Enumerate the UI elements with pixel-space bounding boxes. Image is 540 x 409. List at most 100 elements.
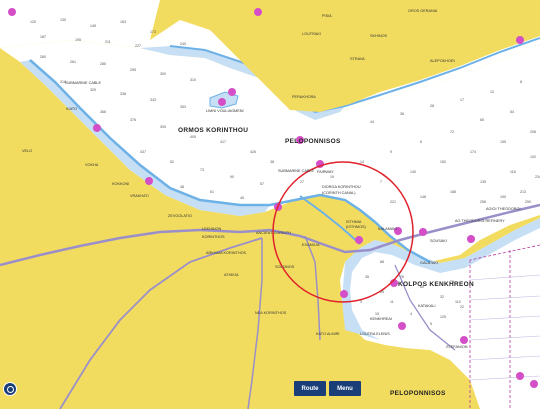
label-athikia: ATHIKIA (224, 273, 239, 277)
depth-sounding: 6 (420, 140, 422, 144)
depth-sounding: 285 (100, 62, 106, 66)
depth-sounding: 25 (380, 290, 384, 294)
route-button[interactable]: Route (294, 381, 326, 396)
depth-sounding: 393 (160, 125, 166, 129)
marina-marker-icon (218, 98, 226, 106)
compass-icon[interactable] (3, 382, 17, 396)
depth-sounding: 12 (490, 90, 494, 94)
label-isthmia-sub: (ISTHMOS) (346, 225, 366, 229)
depth-sounding: 17 (460, 98, 464, 102)
depth-sounding: 120 (30, 20, 36, 24)
label-korinthos: KORINTHOS (202, 235, 225, 239)
depth-sounding: 102 (530, 155, 536, 159)
menu-button[interactable]: Menu (329, 381, 361, 396)
label-pisia: PISIA (322, 14, 332, 18)
marina-marker-icon (516, 36, 524, 44)
depth-sounding: 60 (420, 285, 424, 289)
label-loutra-elenis: LOUTRA ELENIS (360, 332, 390, 336)
marina-marker-icon (145, 177, 153, 185)
depth-sounding: 61 (210, 190, 214, 194)
label-kokkoni: KOKKONI (112, 182, 130, 186)
label-skhinos: SKHINOS (370, 34, 388, 38)
depth-sounding: 300 (160, 72, 166, 76)
label-submarine-cable-2: SUBMARINE CABLE (65, 81, 102, 85)
depth-sounding: 213 (520, 190, 526, 194)
road-canal (304, 235, 321, 341)
label-examilia: EXAMILIA (302, 243, 320, 247)
depth-sounding: 376 (130, 118, 136, 122)
depth-sounding: 73 (200, 168, 204, 172)
label-zevgolatio: ZEVGOLATIO (168, 214, 192, 218)
depth-sounding: 125 (440, 315, 446, 319)
label-ormos-korinthou: ORMOS KORINTHOU (178, 127, 249, 134)
depth-sounding: 417 (220, 140, 226, 144)
depth-sounding: 7 (380, 180, 382, 184)
depth-sounding: 70 (450, 280, 454, 284)
label-lekhaion: LEKHAION (202, 227, 222, 231)
label-diorga-korinthou: DIORGA KORINTHOU (322, 185, 361, 189)
depth-sounding: 405 (190, 135, 196, 139)
depth-sounding: 368 (100, 110, 106, 114)
depth-sounding: 130 (60, 18, 66, 22)
depth-sounding: 135 (480, 180, 486, 184)
depth-sounding: 3 (360, 300, 362, 304)
depth-sounding: 227 (135, 44, 141, 48)
depth-sounding: 240 (180, 42, 186, 46)
label-vouliagmeni: LIMNI VOULIAGMENI (206, 109, 244, 113)
label-sousaki: SOUSAKI (430, 239, 447, 243)
depth-sounding: 295 (130, 68, 136, 72)
label-ancient-korinthos: ARKHAIA KORINTHOS (206, 251, 247, 255)
label-kalamaki: KALAMAKI (378, 227, 397, 231)
label-stefanion: STEFANION (446, 345, 468, 349)
depth-sounding: 310 (190, 78, 196, 82)
depth-sounding: 52 (170, 160, 174, 164)
nautical-chart[interactable]: ORMOS KORINTHOU PELOPONNISOS KOLPOS KENK… (0, 0, 540, 409)
depth-sounding: 234 (535, 175, 540, 179)
label-refinery: AG THEODOROI REFINERY (455, 219, 505, 223)
label-corinth-canal: (CORINTH CANAL) (322, 191, 356, 195)
label-submarine-cable: SUBMARINE CABLE (278, 169, 315, 173)
depth-sounding: 338 (120, 92, 126, 96)
depth-sounding: 32 (440, 295, 444, 299)
depth-sounding: 38 (270, 160, 274, 164)
depth-sounding: 353 (180, 105, 186, 109)
depth-sounding: 54 (510, 110, 514, 114)
label-perakhora: PERAKHORA (292, 95, 316, 99)
road-west (59, 237, 263, 409)
depth-sounding: 426 (250, 150, 256, 154)
depth-sounding: 145 (90, 24, 96, 28)
depth-sounding: 45 (240, 196, 244, 200)
label-ancient-corinth: ANCIENT CORINTH (256, 231, 291, 235)
depth-sounding: 76 (400, 275, 404, 279)
depth-sounding: 14 (360, 160, 364, 164)
depth-sounding: 110 (455, 300, 461, 304)
depth-sounding: 140 (410, 170, 416, 174)
depth-sounding: 261 (70, 60, 76, 64)
marina-marker-icon (398, 322, 406, 330)
depth-sounding: 250 (525, 200, 531, 204)
depth-sounding: 258 (480, 200, 486, 204)
label-loutraki: LOUTRAKI (302, 32, 321, 36)
depth-sounding: 168 (450, 190, 456, 194)
depth-sounding: 221 (390, 200, 396, 204)
label-vokha: VOKHA (85, 163, 99, 167)
label-peloponnisos-bottom: PELOPONNISOS (390, 390, 446, 397)
label-kiato: KIATO (66, 107, 78, 111)
depth-sounding: 65 (480, 118, 484, 122)
depth-sounding: 28 (430, 104, 434, 108)
depth-sounding: 174 (470, 150, 476, 154)
label-kato-almiri: KATO ALMIRI (316, 332, 340, 336)
label-alepokhori: ALEPOKHORI (430, 59, 455, 63)
depth-sounding: 44 (370, 120, 374, 124)
marina-marker-icon (93, 124, 101, 132)
depth-sounding: 90 (230, 175, 234, 179)
depth-sounding: 343 (150, 98, 156, 102)
depth-sounding: 211 (105, 40, 111, 44)
depth-sounding: 72 (450, 130, 454, 134)
marina-marker-icon (8, 8, 16, 16)
label-agioi-theodoroi: AGIOI THEODOROI (486, 207, 521, 211)
marina-marker-icon (355, 236, 363, 244)
depth-sounding: 163 (120, 20, 126, 24)
depth-sounding: 36 (400, 112, 404, 116)
label-katakali: KATAKALI (418, 304, 436, 308)
